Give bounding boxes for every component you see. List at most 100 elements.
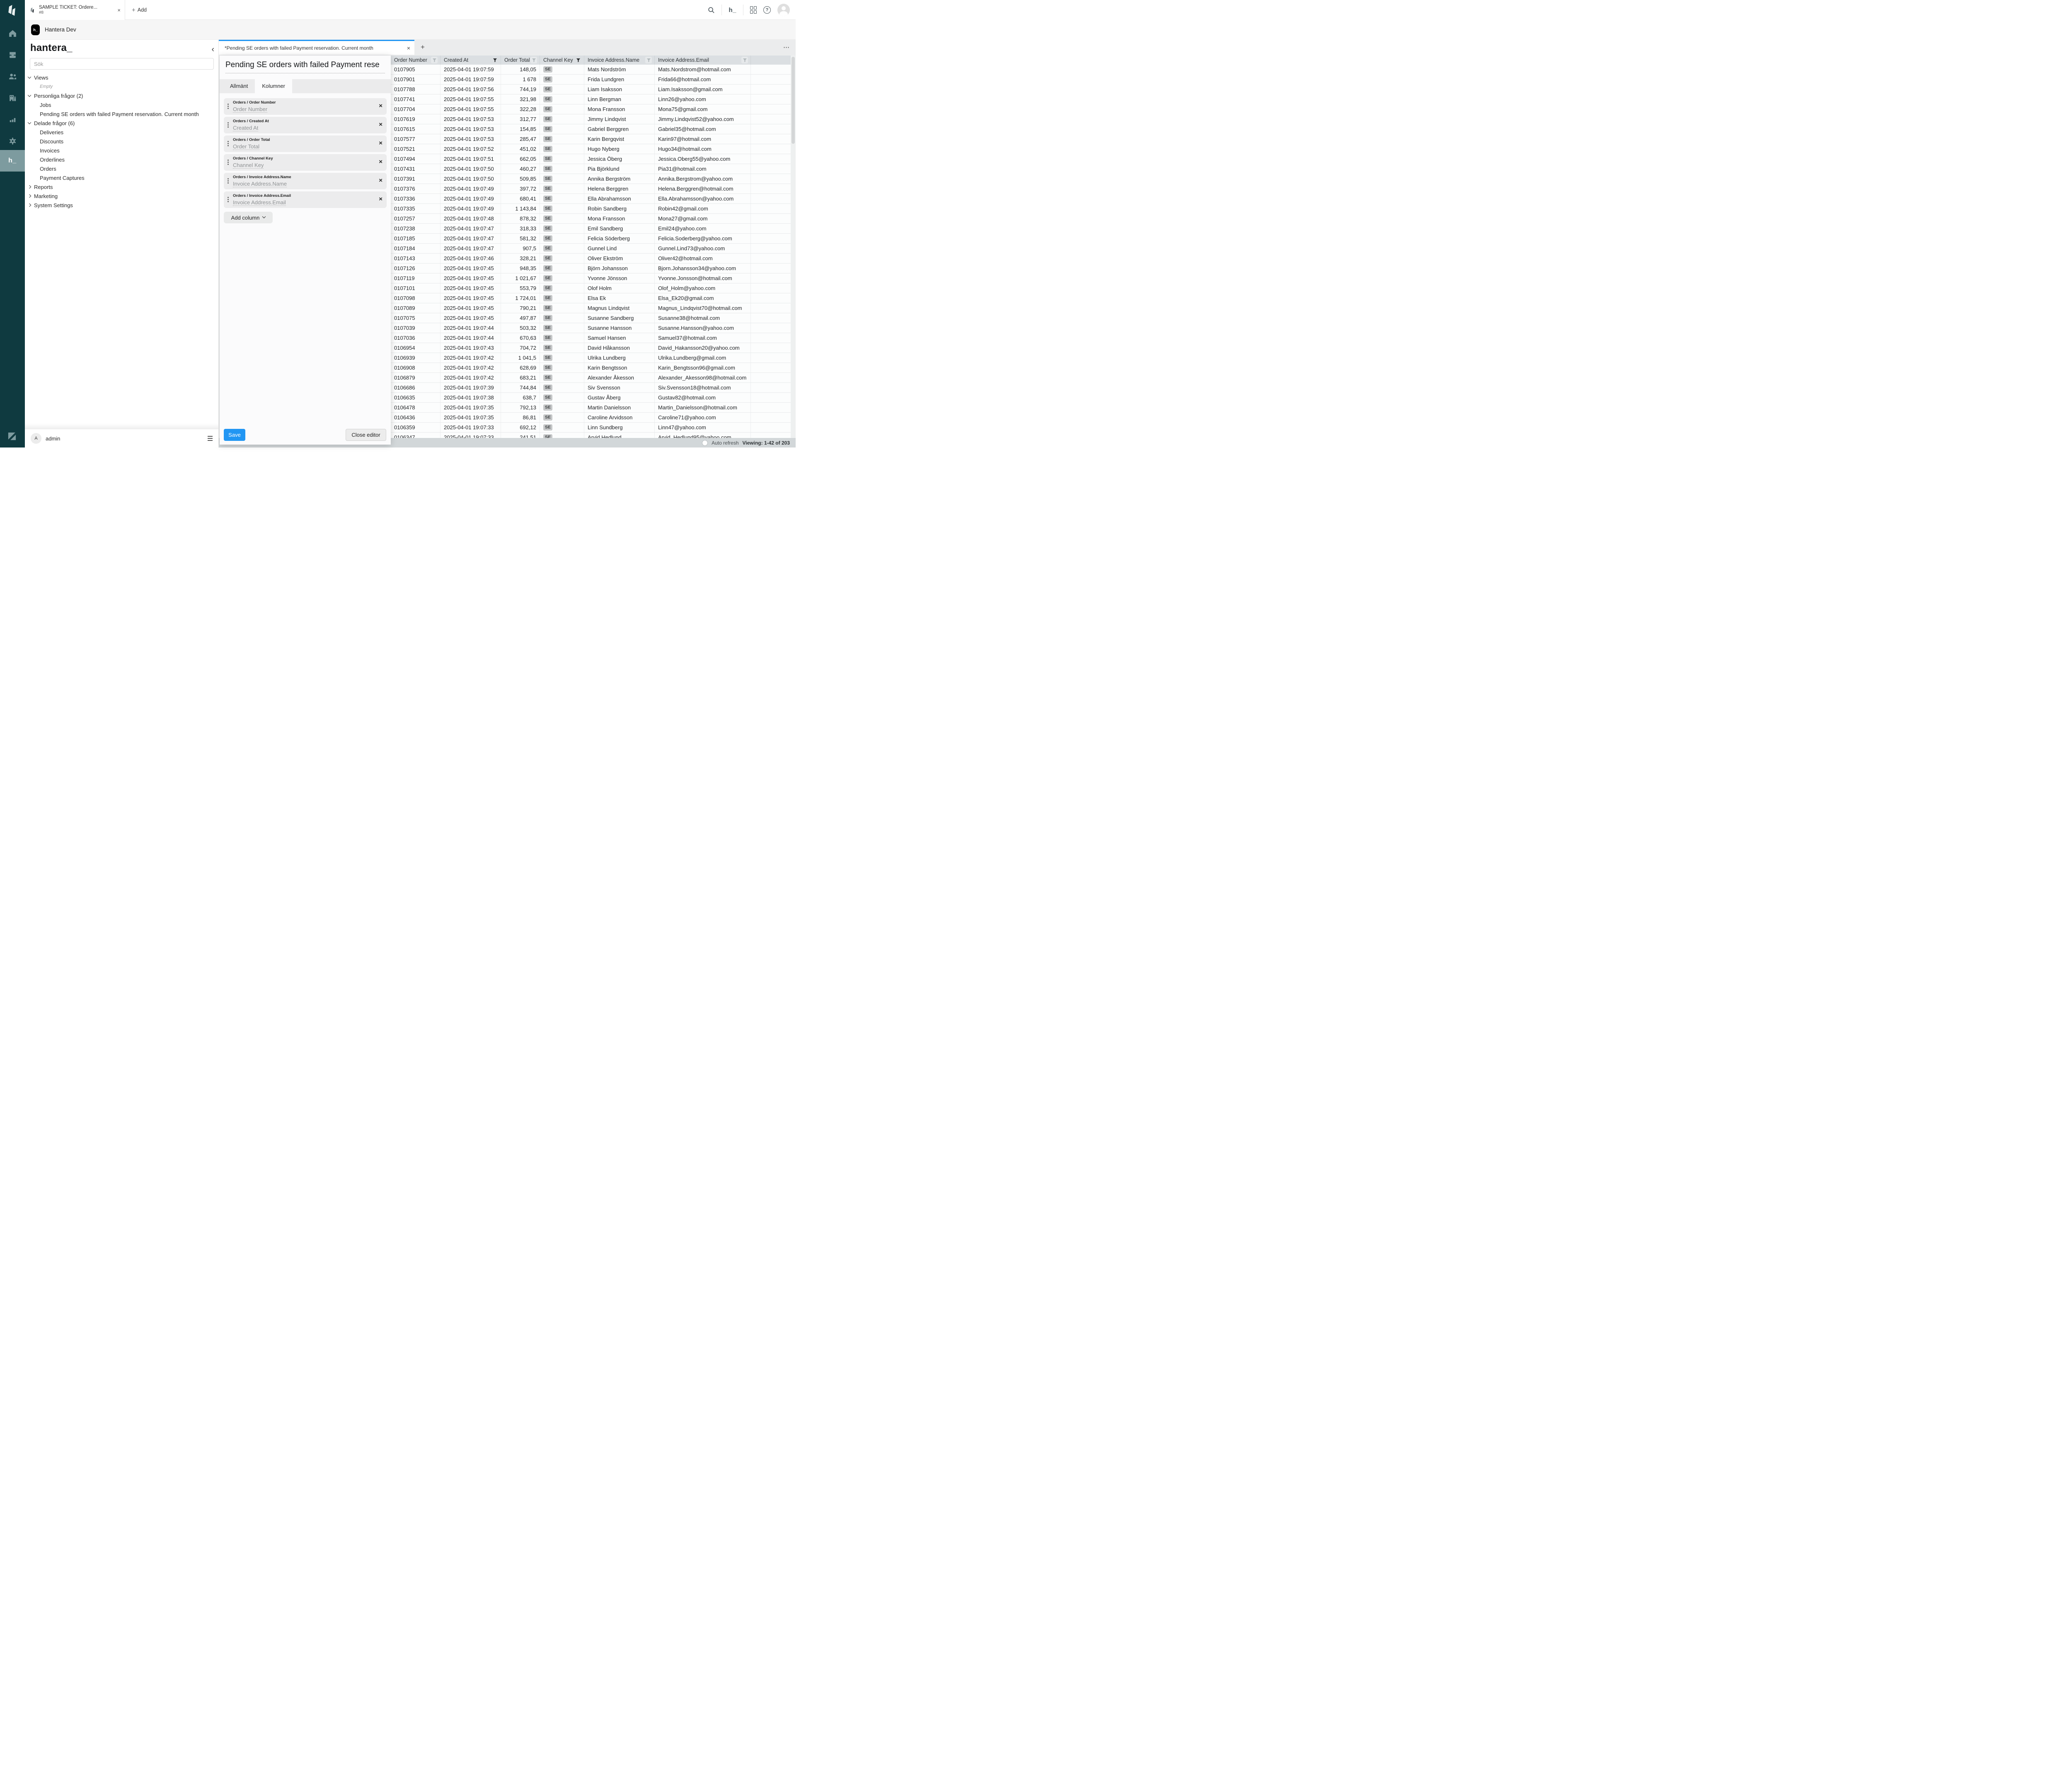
sidebar-tree-item[interactable]: Orders	[25, 164, 218, 173]
user-menu-icon[interactable]	[208, 436, 213, 441]
table-row[interactable]: 0107905 2025-04-01 19:07:59 148,05 SE Ma…	[391, 65, 791, 75]
table-row[interactable]: 0107238 2025-04-01 19:07:47 318,33 SE Em…	[391, 224, 791, 234]
sidebar-tree-item[interactable]: Pending SE orders with failed Payment re…	[25, 109, 218, 119]
table-row[interactable]: 0106359 2025-04-01 19:07:33 692,12 SE Li…	[391, 423, 791, 433]
new-workspace-tab-button[interactable]: +	[421, 40, 425, 55]
table-header-cell[interactable]: Invoice Address.Email	[655, 56, 751, 65]
sidebar-tree-item[interactable]: Deliveries	[25, 128, 218, 137]
rail-item-organization[interactable]	[0, 88, 25, 107]
tabbar-overflow-icon[interactable]: ⋯	[783, 40, 790, 55]
column-title-input[interactable]: Invoice Address.Email	[233, 199, 286, 206]
column-title-input[interactable]: Channel Key	[233, 162, 264, 169]
table-row[interactable]: 0107119 2025-04-01 19:07:45 1 021,67 SE …	[391, 273, 791, 283]
rail-item-home[interactable]	[0, 24, 25, 43]
sidebar-tree-item[interactable]: Discounts	[25, 137, 218, 146]
drag-handle-icon[interactable]	[228, 141, 229, 146]
table-row[interactable]: 0107788 2025-04-01 19:07:56 744,19 SE Li…	[391, 85, 791, 94]
table-row[interactable]: 0107126 2025-04-01 19:07:45 948,35 SE Bj…	[391, 264, 791, 273]
table-header-cell[interactable]: Created At	[441, 56, 501, 65]
apps-grid-icon[interactable]	[750, 6, 757, 14]
remove-column-icon[interactable]: ×	[379, 121, 382, 128]
table-row[interactable]: 0107089 2025-04-01 19:07:45 790,21 SE Ma…	[391, 303, 791, 313]
table-header-cell[interactable]: Order Total	[501, 56, 540, 65]
filter-funnel-icon[interactable]	[575, 57, 581, 63]
drag-handle-icon[interactable]	[228, 122, 229, 128]
table-row[interactable]: 0107036 2025-04-01 19:07:44 670,63 SE Sa…	[391, 333, 791, 343]
rail-item-reports[interactable]	[0, 110, 25, 129]
remove-column-icon[interactable]: ×	[379, 177, 382, 184]
browser-tab-close-icon[interactable]: ×	[117, 7, 121, 13]
table-row[interactable]: 0107741 2025-04-01 19:07:55 321,98 SE Li…	[391, 94, 791, 104]
topbar-hantera-button[interactable]: h_	[729, 7, 736, 14]
table-row[interactable]: 0107619 2025-04-01 19:07:53 312,77 SE Ji…	[391, 114, 791, 124]
table-header-cell[interactable]	[751, 56, 791, 65]
column-title-input[interactable]: Created At	[233, 125, 258, 131]
table-header-cell[interactable]: Order Number	[391, 56, 441, 65]
table-row[interactable]: 0106954 2025-04-01 19:07:43 704,72 SE Da…	[391, 343, 791, 353]
save-button[interactable]: Save	[224, 429, 245, 441]
user-avatar[interactable]: A	[31, 433, 41, 444]
table-row[interactable]: 0107521 2025-04-01 19:07:52 451,02 SE Hu…	[391, 144, 791, 154]
avatar[interactable]	[777, 4, 790, 16]
search-icon[interactable]	[708, 7, 715, 14]
sidebar-tree-item[interactable]: Payment Captures	[25, 173, 218, 182]
table-scrollbar[interactable]	[791, 56, 796, 438]
add-column-button[interactable]: Add column	[224, 212, 273, 223]
editor-column-card[interactable]: Orders / Invoice Address.Email Invoice A…	[224, 191, 387, 208]
table-row[interactable]: 0107335 2025-04-01 19:07:49 1 143,84 SE …	[391, 204, 791, 214]
column-title-input[interactable]: Order Total	[233, 143, 259, 150]
remove-column-icon[interactable]: ×	[379, 159, 382, 165]
rail-item-hantera-app[interactable]: h_	[0, 150, 25, 172]
collapse-sidebar-icon[interactable]: ‹	[212, 45, 214, 54]
drag-handle-icon[interactable]	[228, 197, 229, 202]
table-row[interactable]: 0107101 2025-04-01 19:07:45 553,79 SE Ol…	[391, 283, 791, 293]
table-row[interactable]: 0106635 2025-04-01 19:07:38 638,7 SE Gus…	[391, 393, 791, 403]
rail-item-orders[interactable]	[0, 45, 25, 64]
filter-funnel-icon[interactable]	[431, 57, 438, 63]
table-row[interactable]: 0107098 2025-04-01 19:07:45 1 724,01 SE …	[391, 293, 791, 303]
table-row[interactable]: 0106908 2025-04-01 19:07:42 628,69 SE Ka…	[391, 363, 791, 373]
zendesk-icon[interactable]	[7, 431, 17, 442]
table-row[interactable]: 0107577 2025-04-01 19:07:53 285,47 SE Ka…	[391, 134, 791, 144]
sidebar-tree-item[interactable]: System Settings	[25, 201, 218, 210]
query-title-input[interactable]: Pending SE orders with failed Payment re…	[225, 60, 385, 73]
sidebar-tree-item[interactable]: Delade frågor (6)	[25, 119, 218, 128]
scrollbar-thumb[interactable]	[792, 57, 795, 144]
table-header-cell[interactable]: Channel Key	[540, 56, 584, 65]
sidebar-tree-item[interactable]: Views	[25, 73, 218, 82]
editor-column-card[interactable]: Orders / Order Number Order Number ×	[224, 98, 387, 115]
auto-refresh-toggle[interactable]	[702, 440, 708, 446]
browser-tab[interactable]: SAMPLE TICKET: Ordere... #8 ×	[25, 0, 125, 20]
help-icon[interactable]: ?	[763, 6, 771, 14]
tab-kolumner[interactable]: Kolumner	[255, 79, 292, 93]
table-row[interactable]: 0107075 2025-04-01 19:07:45 497,87 SE Su…	[391, 313, 791, 323]
search-input[interactable]	[30, 58, 214, 70]
filter-funnel-icon[interactable]	[741, 57, 748, 63]
table-row[interactable]: 0107901 2025-04-01 19:07:59 1 678 SE Fri…	[391, 75, 791, 85]
sidebar-tree-item[interactable]: Invoices	[25, 146, 218, 155]
table-row[interactable]: 0107039 2025-04-01 19:07:44 503,32 SE Su…	[391, 323, 791, 333]
table-row[interactable]: 0107184 2025-04-01 19:07:47 907,5 SE Gun…	[391, 244, 791, 254]
workspace-tab-active[interactable]: *Pending SE orders with failed Payment r…	[219, 40, 414, 55]
table-row[interactable]: 0107185 2025-04-01 19:07:47 581,32 SE Fe…	[391, 234, 791, 244]
sidebar-tree-item[interactable]: Marketing	[25, 191, 218, 201]
table-row[interactable]: 0106686 2025-04-01 19:07:39 744,84 SE Si…	[391, 383, 791, 393]
close-editor-button[interactable]: Close editor	[346, 429, 386, 441]
sidebar-tree-item[interactable]: Orderlines	[25, 155, 218, 164]
table-row[interactable]: 0106879 2025-04-01 19:07:42 683,21 SE Al…	[391, 373, 791, 383]
column-title-input[interactable]: Invoice Address.Name	[233, 181, 287, 187]
table-row[interactable]: 0107494 2025-04-01 19:07:51 662,05 SE Je…	[391, 154, 791, 164]
drag-handle-icon[interactable]	[228, 178, 229, 184]
table-row[interactable]: 0107431 2025-04-01 19:07:50 460,27 SE Pi…	[391, 164, 791, 174]
sidebar-tree-item[interactable]: Empty	[25, 82, 218, 91]
sidebar-tree-item[interactable]: Personliga frågor (2)	[25, 91, 218, 100]
add-tab-button[interactable]: + Add	[132, 0, 147, 20]
table-row[interactable]: 0107391 2025-04-01 19:07:50 509,85 SE An…	[391, 174, 791, 184]
remove-column-icon[interactable]: ×	[379, 103, 382, 109]
drag-handle-icon[interactable]	[228, 160, 229, 165]
editor-column-card[interactable]: Orders / Created At Created At ×	[224, 117, 387, 133]
column-title-input[interactable]: Order Number	[233, 106, 267, 113]
table-row[interactable]: 0106436 2025-04-01 19:07:35 86,81 SE Car…	[391, 413, 791, 423]
rail-item-customers[interactable]	[0, 67, 25, 86]
table-row[interactable]: 0107257 2025-04-01 19:07:48 878,32 SE Mo…	[391, 214, 791, 224]
